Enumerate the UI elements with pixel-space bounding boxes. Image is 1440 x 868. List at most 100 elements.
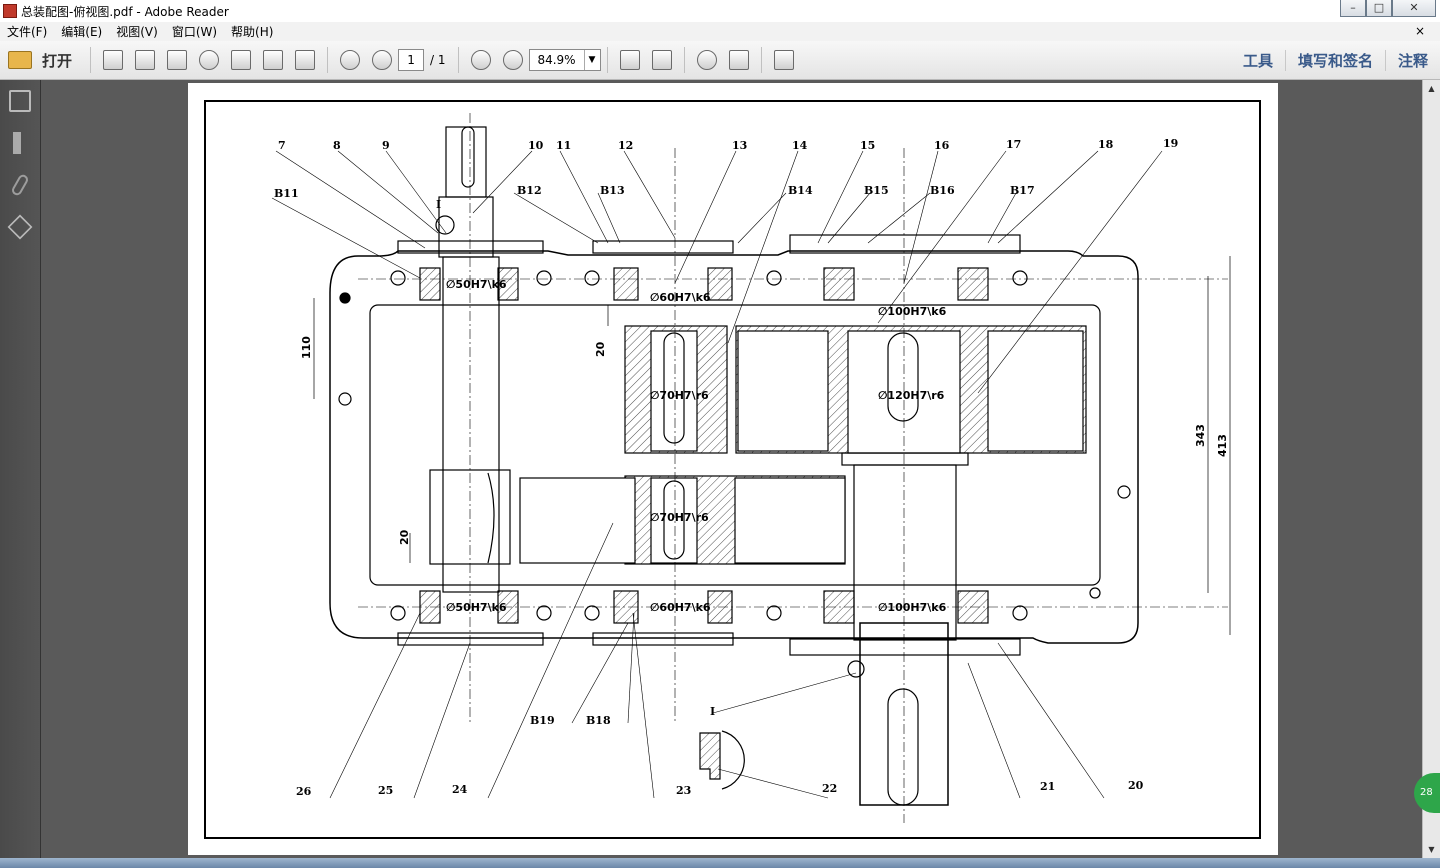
navigation-panel (0, 80, 41, 858)
layers-icon[interactable] (7, 214, 33, 240)
separator (760, 47, 762, 73)
full-screen-button[interactable] (770, 46, 798, 74)
fit-label: ∅50H7\k6 (446, 278, 507, 291)
plus-icon (502, 50, 523, 70)
export-pdf-icon (135, 50, 156, 70)
tools-link[interactable]: 工具 (1231, 50, 1285, 71)
email-button[interactable] (291, 46, 319, 74)
pages-icon[interactable] (9, 90, 31, 112)
paperclip-icon[interactable] (10, 172, 30, 198)
zoom-out-button[interactable] (467, 46, 495, 74)
part-number: 13 (732, 139, 747, 152)
notification-badge[interactable]: 28 (1414, 773, 1440, 813)
part-number: 9 (382, 139, 390, 152)
scroll-up-icon[interactable]: ▲ (1423, 80, 1440, 97)
part-number: 18 (1098, 138, 1114, 151)
open-label: 打开 (42, 51, 73, 70)
bearing-label: B18 (586, 714, 611, 727)
window-title: 总装配图-俯视图.pdf - Adobe Reader (21, 4, 229, 19)
sticky-note-button[interactable] (693, 46, 721, 74)
menu-edit[interactable]: 编辑(E) (54, 23, 109, 40)
bookmark-icon[interactable] (13, 132, 27, 154)
zoom-value: 84.9% (537, 53, 576, 67)
bearing-label: B16 (930, 184, 955, 197)
cloud-upload-icon (199, 50, 220, 70)
minimize-button[interactable]: – (1340, 0, 1366, 17)
pdf-page: 7 8 9 10 11 12 13 14 15 16 17 18 19 B11 … (188, 83, 1278, 855)
detail-label: I (710, 705, 715, 718)
previous-page-button[interactable] (336, 46, 364, 74)
part-number: 7 (278, 139, 286, 152)
edit-button[interactable] (163, 46, 191, 74)
highlighter-icon (728, 50, 749, 70)
separator (606, 47, 608, 73)
part-number: 19 (1163, 137, 1178, 150)
part-number: 24 (452, 783, 468, 796)
fill-sign-link[interactable]: 填写和签名 (1284, 50, 1385, 71)
fit-label: ∅70H7\r6 (650, 511, 709, 524)
comment-link[interactable]: 注释 (1384, 50, 1440, 71)
dimension-label: 343 (1194, 424, 1207, 447)
menu-file[interactable]: 文件(F) (0, 23, 54, 40)
close-button[interactable]: ✕ (1392, 0, 1436, 17)
menu-view[interactable]: 视图(V) (109, 23, 165, 40)
dimension-label: 413 (1216, 434, 1229, 457)
part-number: 16 (934, 139, 950, 152)
print-button[interactable] (259, 46, 287, 74)
open-button[interactable]: 打开 (8, 50, 72, 71)
save-icon (231, 50, 252, 70)
arrow-down-icon (372, 50, 393, 70)
create-pdf-icon (103, 50, 124, 70)
close-document-button[interactable]: × (1408, 24, 1432, 38)
printer-icon (263, 50, 284, 70)
page-number-input[interactable]: 1 (398, 49, 425, 71)
dimension-label: 110 (300, 336, 313, 359)
separator (683, 47, 685, 73)
fit-label: ∅120H7\r6 (878, 389, 945, 402)
scroll-down-icon[interactable]: ▼ (1423, 841, 1440, 858)
fit-label: ∅100H7\k6 (878, 305, 947, 318)
page-total: / 1 (430, 53, 446, 67)
title-bar: 总装配图-俯视图.pdf - Adobe Reader – □ ✕ (0, 0, 1440, 22)
next-page-button[interactable] (368, 46, 396, 74)
highlight-button[interactable] (725, 46, 753, 74)
fit-label: ∅70H7\r6 (650, 389, 709, 402)
part-number: 25 (378, 784, 393, 797)
part-number: 23 (676, 784, 691, 797)
pdf-app-icon (3, 4, 17, 18)
save-button[interactable] (227, 46, 255, 74)
bearing-label: B15 (864, 184, 889, 197)
export-pdf-button[interactable] (131, 46, 159, 74)
menu-window[interactable]: 窗口(W) (165, 23, 224, 40)
part-number: 14 (792, 139, 808, 152)
part-number: 22 (822, 782, 837, 795)
fit-label: ∅60H7\k6 (650, 601, 711, 614)
separator (90, 47, 92, 73)
bearing-label: B12 (517, 184, 542, 197)
right-panel-links: 工具 填写和签名 注释 (1231, 41, 1440, 80)
part-number: 15 (860, 139, 875, 152)
chevron-down-icon[interactable]: ▼ (583, 50, 600, 70)
separator (457, 47, 459, 73)
fit-width-icon (619, 50, 640, 70)
detail-label: I (436, 198, 441, 211)
expand-icon (773, 50, 794, 70)
fit-page-button[interactable] (648, 46, 676, 74)
upload-button[interactable] (195, 46, 223, 74)
create-pdf-button[interactable] (99, 46, 127, 74)
assembly-drawing: 7 8 9 10 11 12 13 14 15 16 17 18 19 B11 … (204, 100, 1261, 839)
fit-width-button[interactable] (616, 46, 644, 74)
maximize-button[interactable]: □ (1366, 0, 1392, 17)
part-number: 8 (333, 139, 341, 152)
vertical-scrollbar[interactable]: ▲ ▼ (1422, 80, 1440, 858)
dimension-label: 20 (398, 529, 411, 545)
menu-help[interactable]: 帮助(H) (224, 23, 280, 40)
envelope-icon (295, 50, 316, 70)
part-number: 26 (296, 785, 312, 798)
minus-icon (470, 50, 491, 70)
part-number: 20 (1128, 779, 1144, 792)
zoom-select[interactable]: 84.9% ▼ (528, 49, 601, 71)
separator (327, 47, 329, 73)
zoom-in-button[interactable] (499, 46, 527, 74)
part-number: 11 (556, 139, 571, 152)
